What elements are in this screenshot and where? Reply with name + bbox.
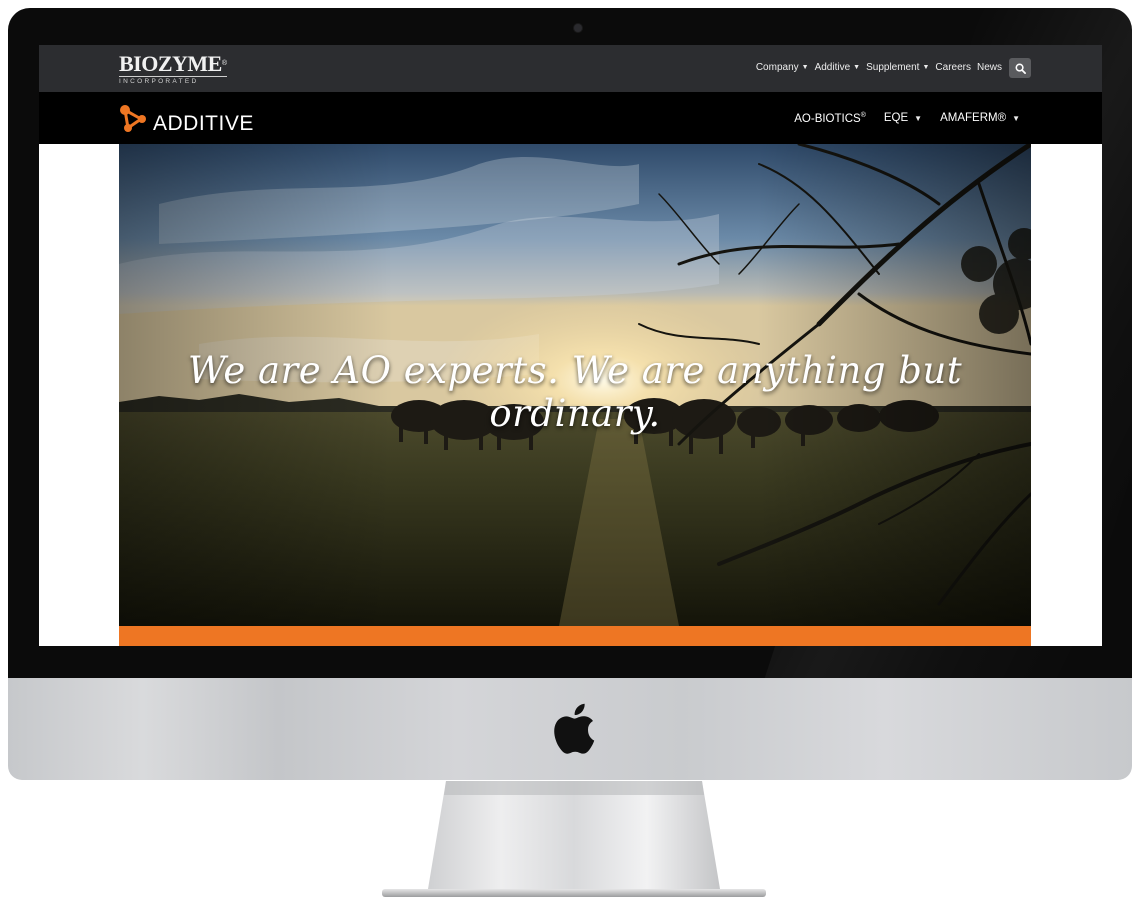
nav-label: Supplement — [866, 62, 920, 73]
browser-viewport: BIOZYME® INCORPORATED Company ▼ Additive… — [39, 45, 1102, 646]
nav-item-amaferm[interactable]: AMAFERM® ▼ — [940, 112, 1020, 124]
hero-banner: We are AO experts. We are anything but o… — [119, 144, 1031, 626]
top-nav: Company ▼ Additive ▼ Supplement ▼ Career… — [756, 62, 1002, 73]
nav-label: News — [976, 62, 1002, 73]
registered-mark: ® — [860, 112, 866, 119]
nav-item-supplement[interactable]: Supplement ▼ — [866, 62, 929, 73]
chevron-down-icon: ▼ — [853, 64, 861, 71]
monitor-stand — [382, 781, 766, 897]
chevron-down-icon: ▼ — [1012, 113, 1020, 123]
additive-logo[interactable]: ADDITIVE — [119, 102, 254, 136]
product-nav-bar: ADDITIVE AO-BIOTICS® EQE ▼ AMAFERM® ▼ — [39, 92, 1102, 144]
brand-subtitle: INCORPORATED — [119, 76, 227, 86]
nav-label: Company — [755, 62, 799, 73]
search-button[interactable] — [1009, 58, 1031, 78]
nav-item-company[interactable]: Company ▼ — [756, 62, 809, 73]
nav-item-careers[interactable]: Careers — [935, 62, 971, 73]
camera-icon — [574, 24, 582, 32]
brand-name: BIOZYME — [119, 51, 222, 76]
nav-item-news[interactable]: News — [977, 62, 1002, 73]
chevron-down-icon: ▼ — [914, 113, 923, 123]
nav-label: Careers — [935, 62, 971, 73]
chevron-down-icon: ▼ — [801, 64, 809, 71]
nav-label: EQE — [883, 112, 909, 125]
nav-item-ao-biotics[interactable]: AO-BIOTICS® — [794, 112, 866, 125]
nav-label: Additive — [814, 62, 851, 73]
apple-logo-icon — [554, 703, 595, 754]
brand-registered-mark: ® — [221, 60, 227, 67]
nav-label: AMAFERM® — [940, 112, 1007, 125]
chevron-down-icon: ▼ — [922, 64, 930, 71]
molecule-icon — [120, 105, 146, 132]
biozyme-logo[interactable]: BIOZYME® INCORPORATED — [119, 53, 227, 86]
accent-band — [119, 626, 1031, 646]
nav-item-additive[interactable]: Additive ▼ — [815, 62, 861, 73]
nav-item-eqe[interactable]: EQE ▼ — [884, 112, 922, 124]
nav-label: AO-BIOTICS — [794, 112, 861, 125]
search-icon — [1015, 63, 1026, 74]
site-top-bar: BIOZYME® INCORPORATED Company ▼ Additive… — [39, 45, 1102, 92]
product-nav: AO-BIOTICS® EQE ▼ AMAFERM® ▼ — [794, 112, 1020, 125]
product-title: ADDITIVE — [153, 112, 254, 135]
hero-headline: We are AO experts. We are anything but o… — [187, 349, 963, 435]
